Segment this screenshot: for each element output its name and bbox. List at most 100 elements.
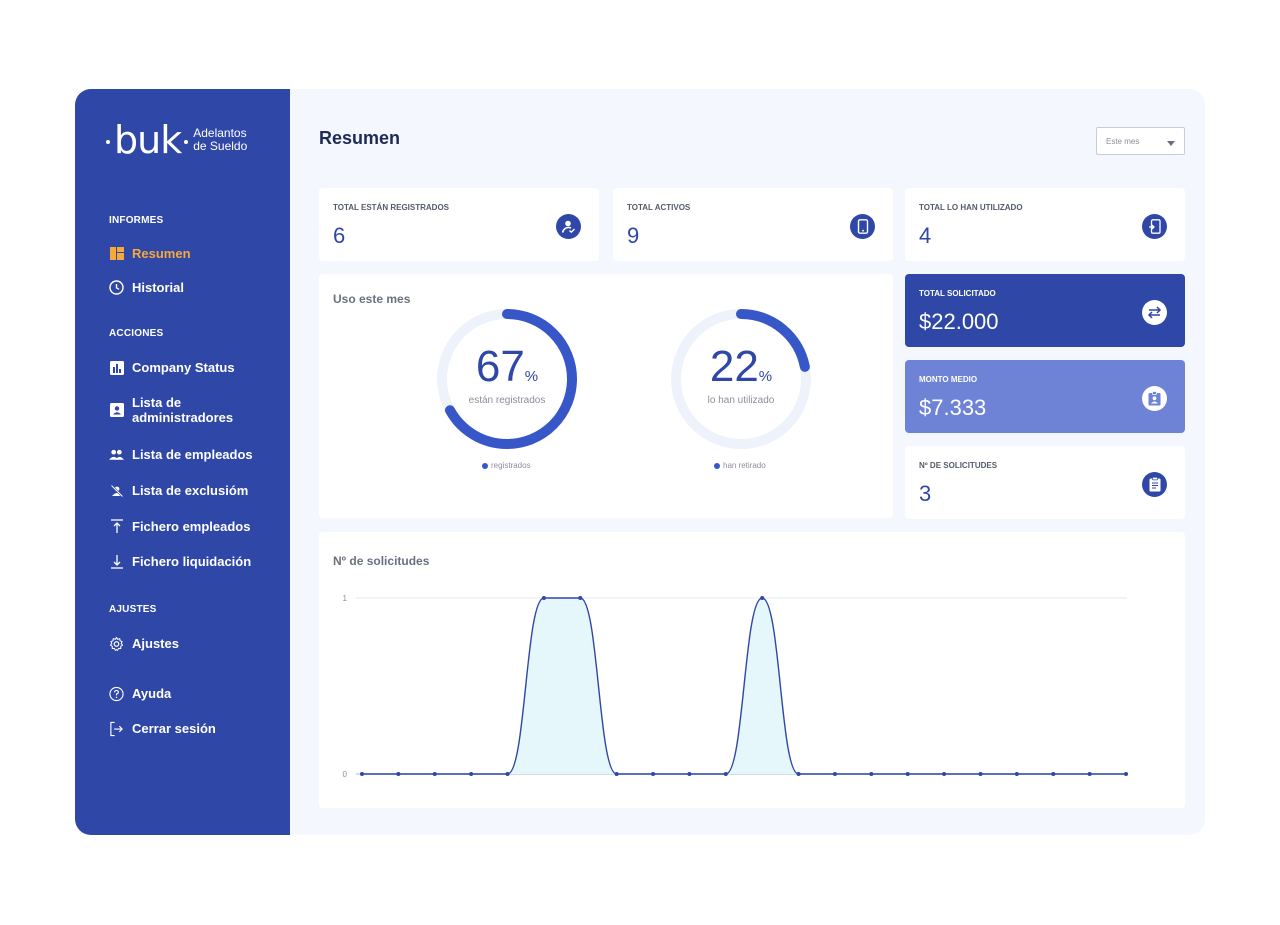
chart-point[interactable]: [942, 772, 947, 776]
chart-point[interactable]: [978, 772, 983, 776]
chart-point[interactable]: [651, 772, 656, 776]
y-tick-label: 1: [343, 594, 348, 603]
phone-tap-icon: [1142, 214, 1167, 239]
logo-subtitle-line2: de Sueldo: [193, 139, 248, 153]
sidebar-item-fichero-liquidacion[interactable]: Fichero liquidación: [109, 554, 251, 569]
sidebar-item-label: Cerrar sesión: [132, 721, 216, 736]
download-icon: [109, 554, 124, 569]
sidebar-item-lista-administradores[interactable]: Lista de administradores: [109, 395, 233, 425]
logo-word: buk: [114, 118, 182, 162]
chart-point[interactable]: [760, 596, 765, 600]
stat-card-solicitudes: Nº DE SOLICITUDES 3: [905, 446, 1185, 519]
chart-point[interactable]: [1087, 772, 1092, 776]
chart-point[interactable]: [396, 772, 401, 776]
donut-utilizado: 22% lo han utilizado: [669, 307, 813, 451]
sidebar-item-ayuda[interactable]: Ayuda: [109, 686, 171, 701]
help-icon: [109, 686, 124, 701]
sidebar-item-label: Company Status: [132, 360, 235, 375]
label-line1: Lista de: [132, 395, 182, 410]
sidebar-item-company-status[interactable]: Company Status: [109, 360, 235, 375]
sidebar-item-label: Ajustes: [132, 636, 179, 651]
chart-point[interactable]: [687, 772, 692, 776]
legend-label: registrados: [491, 461, 531, 470]
gear-icon: [109, 636, 124, 651]
stat-card-activos: TOTAL ACTIVOS 9: [613, 188, 893, 261]
stat-card-registrados: TOTAL ESTÁN REGISTRADOS 6: [319, 188, 599, 261]
donut-number: 67: [475, 342, 525, 391]
section-ajustes: AJUSTES: [109, 604, 157, 615]
dashboard-icon: [109, 246, 124, 261]
period-select-value: Este mes: [1106, 137, 1140, 146]
people-icon: [109, 447, 124, 462]
sidebar-item-historial[interactable]: Historial: [109, 280, 184, 295]
bar-chart-icon: [109, 360, 124, 375]
stat-card-utilizado: TOTAL LO HAN UTILIZADO 4: [905, 188, 1185, 261]
chart-point[interactable]: [1051, 772, 1056, 776]
chart-point[interactable]: [360, 772, 364, 776]
contact-card-icon: [109, 402, 124, 417]
main-content: Resumen Este mes TOTAL ESTÁN REGISTRADOS…: [290, 89, 1205, 835]
sidebar-item-ajustes[interactable]: Ajustes: [109, 636, 179, 651]
stat-value: $22.000: [919, 309, 999, 334]
legend-retirado: han retirado: [714, 461, 766, 470]
donut-number: 22: [709, 342, 759, 391]
sidebar-item-label: Resumen: [132, 246, 191, 261]
chart-point[interactable]: [905, 772, 910, 776]
sidebar-item-lista-empleados[interactable]: Lista de empleados: [109, 447, 253, 462]
chart-point[interactable]: [723, 772, 728, 776]
stat-label: TOTAL ACTIVOS: [627, 203, 691, 212]
chart-point[interactable]: [1124, 772, 1128, 776]
donut-registrados: 67% están registrados: [435, 307, 579, 451]
chevron-down-icon: [1167, 141, 1175, 146]
stat-value: 4: [919, 223, 932, 248]
stat-value: 6: [333, 223, 346, 248]
chart-point[interactable]: [469, 772, 474, 776]
section-informes: INFORMES: [109, 215, 164, 226]
stat-label: TOTAL SOLICITADO: [919, 289, 996, 298]
logout-icon: [109, 721, 124, 736]
chart-point[interactable]: [796, 772, 801, 776]
chart-point[interactable]: [505, 772, 510, 776]
legend-label: han retirado: [723, 461, 766, 470]
app-window: buk Adelantos de Sueldo INFORMES Resumen…: [75, 89, 1205, 835]
legend-dot: [714, 462, 720, 469]
transfer-icon: [1142, 300, 1167, 325]
donut-value: 67%: [435, 345, 579, 389]
legend-dot: [482, 462, 488, 469]
clipboard-icon: [1142, 472, 1167, 497]
stat-label: MONTO MEDIO: [919, 375, 978, 384]
logo-subtitle: Adelantos de Sueldo: [193, 127, 247, 153]
upload-icon: [109, 519, 124, 534]
user-check-icon: [556, 214, 581, 239]
sidebar-item-cerrar-sesion[interactable]: Cerrar sesión: [109, 721, 216, 736]
chart-point[interactable]: [869, 772, 874, 776]
logo-dot: [106, 140, 110, 144]
donut-unit: %: [524, 368, 539, 385]
chart-point[interactable]: [432, 772, 437, 776]
solicitudes-chart-card: Nº de solicitudes 1 0: [319, 532, 1185, 808]
sidebar-item-fichero-empleados[interactable]: Fichero empleados: [109, 519, 250, 534]
chart-point[interactable]: [541, 596, 546, 600]
donut-value: 22%: [669, 345, 813, 389]
sidebar-item-label: Lista de empleados: [132, 447, 253, 462]
sidebar-item-lista-exclusion[interactable]: Lista de exclusióm: [109, 483, 248, 498]
period-select[interactable]: Este mes: [1096, 127, 1185, 155]
sidebar-item-resumen[interactable]: Resumen: [109, 246, 191, 261]
person-off-icon: [109, 483, 124, 498]
chart-point[interactable]: [578, 596, 583, 600]
chart-point[interactable]: [832, 772, 837, 776]
label-line2: administradores: [132, 410, 234, 425]
chart-point[interactable]: [614, 772, 619, 776]
line-chart: 1 0: [343, 594, 1128, 779]
stat-card-monto-medio: MONTO MEDIO $7.333: [905, 360, 1185, 433]
stat-label: TOTAL ESTÁN REGISTRADOS: [333, 203, 450, 212]
logo-dot: [184, 140, 189, 144]
chart-point[interactable]: [1014, 772, 1019, 776]
section-acciones: ACCIONES: [109, 328, 164, 339]
page-title: Resumen: [319, 128, 401, 148]
sidebar-item-label: Lista de exclusióm: [132, 483, 249, 498]
phone-icon: [850, 214, 875, 239]
donut-caption: están registrados: [468, 395, 546, 406]
logo[interactable]: buk Adelantos de Sueldo: [106, 121, 247, 159]
donut-caption: lo han utilizado: [707, 395, 775, 406]
